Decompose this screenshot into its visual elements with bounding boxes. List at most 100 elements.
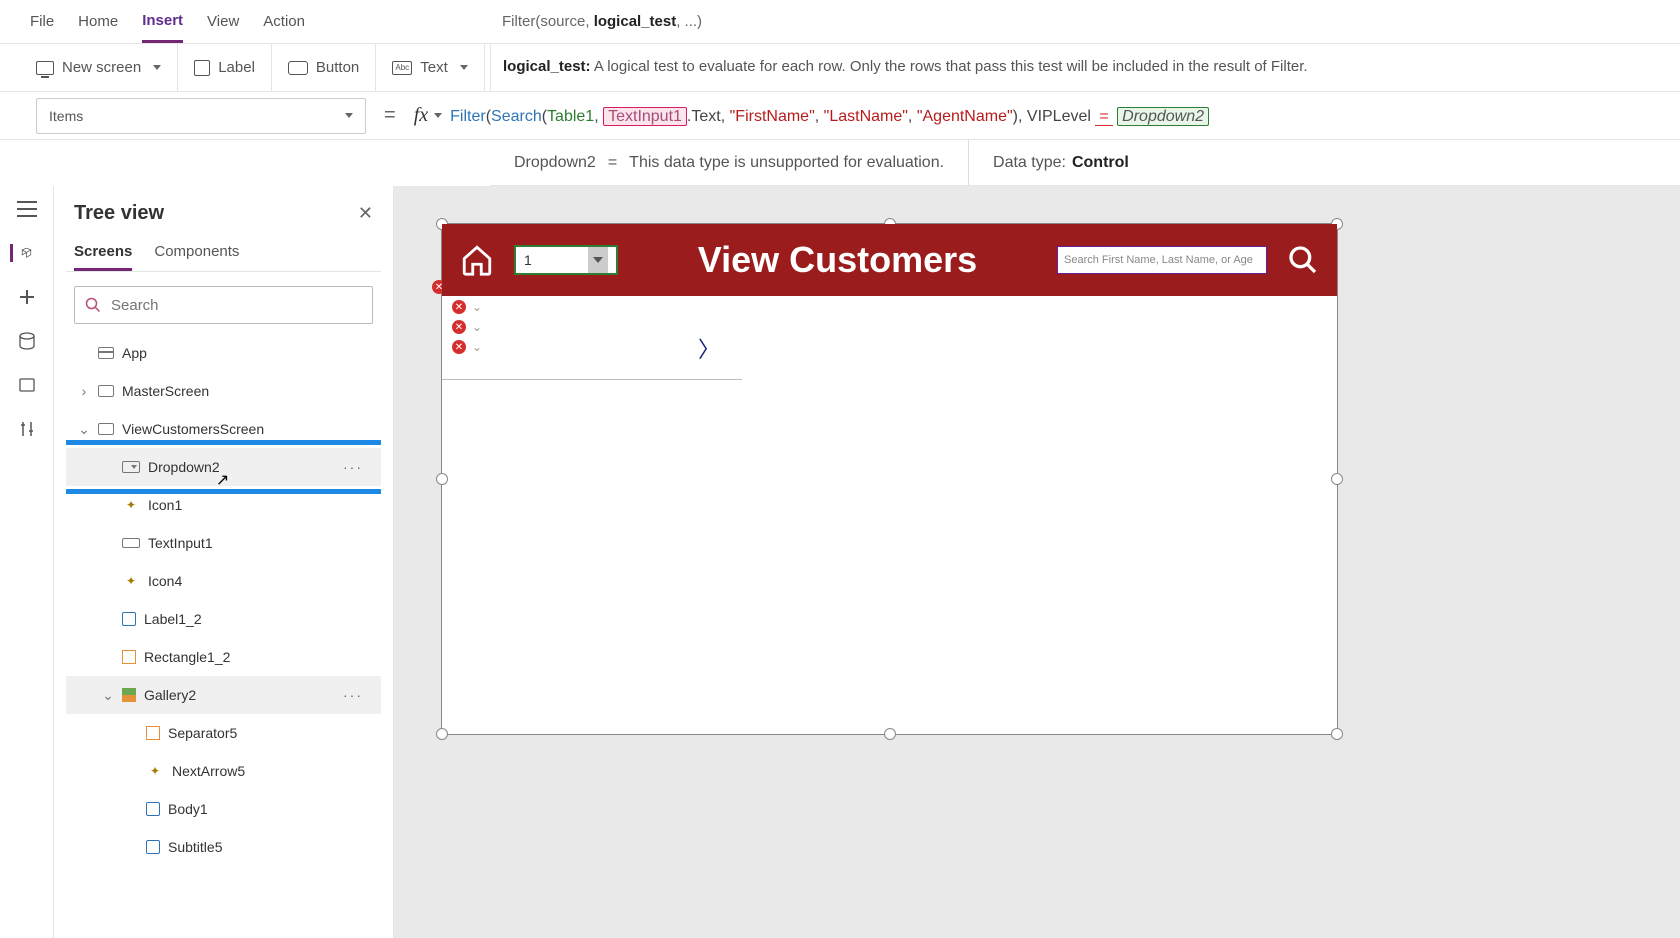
fx-icon[interactable]: fx [414,104,442,127]
tree-item-label1_2[interactable]: Label1_2 [66,600,381,638]
tree-item-label: Icon4 [148,573,182,589]
tree-item-app[interactable]: App [66,334,381,372]
tree-item-icon4[interactable]: ✦ Icon4 [66,562,381,600]
equals-sign: = [384,104,396,127]
label-button[interactable]: Label [178,44,272,91]
tree-item-gallery2[interactable]: ⌄ Gallery2 ··· [66,676,381,714]
tree-search-input[interactable] [109,296,362,315]
formula-input[interactable]: Filter(Search(Table1, TextInput1.Text, "… [450,106,1209,126]
tree-item-label: ViewCustomersScreen [122,421,264,437]
gen-icon: ✦ [146,764,164,778]
input-icon [122,538,140,548]
more-icon[interactable]: ··· [343,459,363,475]
formula-result-bar: Dropdown2 = This data type is unsupporte… [490,140,1680,186]
lbl-icon [122,612,136,626]
gen-icon: ✦ [122,498,140,512]
tree-item-label: MasterScreen [122,383,209,399]
tree-item-label: Body1 [168,801,208,817]
top-menu-bar: File Home Insert View Action Filter(sour… [0,0,1680,44]
tree-item-icon1[interactable]: ✦Icon1 [66,486,381,524]
expander-icon[interactable]: ⌄ [78,421,90,438]
dropdown-value: 1 [524,252,532,268]
tools-icon[interactable] [16,420,38,438]
tree-item-separator5[interactable]: Separator5 [66,714,381,752]
function-signature: Filter(source, logical_test, ...) [490,13,1680,30]
resize-handle[interactable] [436,728,448,740]
button-button[interactable]: Button [272,44,376,91]
expander-icon[interactable]: ⌄ [102,687,114,704]
tree-item-label: Separator5 [168,725,237,741]
tree-item-rectangle1_2[interactable]: Rectangle1_2 [66,638,381,676]
home-icon[interactable] [460,243,494,277]
viplevel-dropdown[interactable]: 1 [514,245,618,275]
resize-handle[interactable] [1331,473,1343,485]
main-area: Tree view ✕ Screens Components App › Maste… [0,186,1680,938]
search-icon[interactable] [1287,244,1319,276]
app-canvas[interactable]: ✕ ✕⌄ ✕⌄ ✕⌄ 1 View Customers Search First… [442,224,1337,734]
tree-title: Tree view [74,202,164,225]
tree-item-label: Rectangle1_2 [144,649,230,665]
param-description: logical_test: A logical test to evaluate… [490,44,1680,91]
resize-handle[interactable] [1331,728,1343,740]
text-icon: Abc [392,61,412,75]
tree-search[interactable] [74,286,373,324]
datatype-cell: Data type:Control [969,140,1153,185]
tree-header: Tree view ✕ [66,198,381,229]
tree-item-body1[interactable]: Body1 [66,790,381,828]
tree-item-label: TextInput1 [148,535,213,551]
tree-item-masterscreen[interactable]: › MasterScreen [66,372,381,410]
tree-item-viewcustomersscreen[interactable]: ⌄ ViewCustomersScreen [66,410,381,448]
media-icon[interactable] [16,376,38,394]
tree-item-label: Gallery2 [144,687,196,703]
menu-insert[interactable]: Insert [142,1,183,43]
canvas-area: ✕ ✕⌄ ✕⌄ ✕⌄ 1 View Customers Search First… [394,186,1680,938]
menu-view[interactable]: View [207,2,239,41]
tree-view-panel: Tree view ✕ Screens Components App › Maste… [54,186,394,938]
screen-icon [36,61,54,75]
tree-item-nextarrow5[interactable]: ✦ NextArrow5 [66,752,381,790]
dd-icon [122,461,140,473]
button-label: Button [316,59,359,76]
gallery-row[interactable]: 〉 [442,296,742,380]
app-header: 1 View Customers Search First Name, Last… [442,224,1337,296]
tab-components[interactable]: Components [154,243,239,271]
text-button[interactable]: Abc Text [376,44,485,91]
tree-item-label: App [122,345,147,361]
gen-icon: ✦ [122,574,140,588]
chevron-down-icon [345,113,353,118]
tree-item-label: NextArrow5 [172,763,245,779]
menu-file[interactable]: File [30,2,54,41]
tree-view-icon[interactable] [10,244,32,262]
menu-home[interactable]: Home [78,2,118,41]
next-arrow-icon[interactable]: 〉 [698,332,720,364]
expander-icon[interactable]: › [78,383,90,399]
result-cell: Dropdown2 = This data type is unsupporte… [490,140,969,185]
more-icon[interactable]: ··· [343,687,363,703]
close-icon[interactable]: ✕ [358,203,373,224]
customer-search-input[interactable]: Search First Name, Last Name, or Age [1057,246,1267,274]
chevron-down-icon [460,65,468,70]
rect-icon [122,650,136,664]
property-dropdown[interactable]: Items [36,98,366,134]
tree-item-dropdown2[interactable]: Dropdown2···↖ [66,448,381,486]
text-label: Text [420,59,448,76]
tab-screens[interactable]: Screens [74,243,132,271]
insert-icon[interactable] [16,288,38,306]
tree-item-subtitle5[interactable]: Subtitle5 [66,828,381,866]
hamburger-icon[interactable] [16,200,38,218]
menu-action[interactable]: Action [263,2,305,41]
new-screen-button[interactable]: New screen [0,44,178,91]
tree-item-textinput1[interactable]: TextInput1 [66,524,381,562]
data-icon[interactable] [16,332,38,350]
ribbon-left: New screen Label Button Abc Text [0,44,490,91]
tree-item-label: Dropdown2 [148,459,220,475]
ribbon: New screen Label Button Abc Text logical… [0,44,1680,92]
gal-icon [122,688,136,702]
tree-list: App › MasterScreen ⌄ ViewCustomersScreen Drop… [66,334,381,938]
lbl-icon [146,840,160,854]
resize-handle[interactable] [884,728,896,740]
resize-handle[interactable] [436,473,448,485]
lbl-icon [146,802,160,816]
chevron-down-icon [434,113,442,118]
tree-item-label: Subtitle5 [168,839,222,855]
